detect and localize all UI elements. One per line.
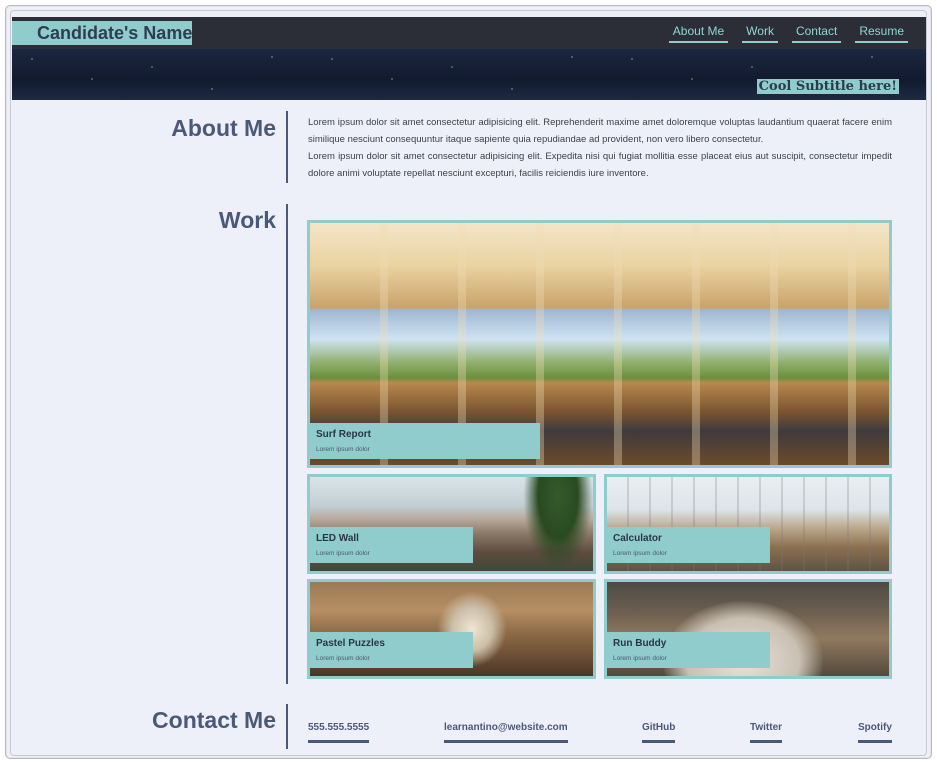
hero-banner: Cool Subtitle here!: [12, 49, 926, 100]
project-caption: LED Wall Lorem ipsum dolor: [310, 527, 473, 563]
contact-email-link[interactable]: learnantino@website.com: [444, 722, 568, 743]
contact-twitter-link[interactable]: Twitter: [750, 722, 783, 743]
project-card-run-buddy[interactable]: Run Buddy Lorem ipsum dolor: [604, 579, 892, 679]
hero-subtitle: Cool Subtitle here!: [756, 79, 899, 94]
contact-divider: [286, 704, 288, 749]
project-card-surf-report[interactable]: Surf Report Lorem ipsum dolor: [307, 220, 892, 468]
contact-spotify-link[interactable]: Spotify: [858, 722, 892, 743]
work-heading: Work: [218, 207, 276, 233]
top-navbar: Candidate's Name About Me Work Contact R…: [12, 17, 926, 49]
project-title: Calculator: [613, 533, 662, 544]
project-subtitle: Lorem ipsum dolor: [613, 655, 667, 662]
candidate-name: Candidate's Name: [12, 21, 192, 45]
main-nav: About Me Work Contact Resume: [668, 24, 908, 43]
about-heading: About Me: [171, 115, 276, 141]
about-paragraph-2: Lorem ipsum dolor sit amet consectetur a…: [308, 151, 892, 179]
project-subtitle: Lorem ipsum dolor: [316, 446, 370, 453]
work-divider: [286, 204, 288, 684]
project-subtitle: Lorem ipsum dolor: [613, 550, 667, 557]
project-title: Run Buddy: [613, 638, 667, 649]
nav-work[interactable]: Work: [742, 24, 778, 43]
contact-github-link[interactable]: GitHub: [642, 722, 676, 743]
project-caption: Pastel Puzzles Lorem ipsum dolor: [310, 632, 473, 668]
project-card-calculator[interactable]: Calculator Lorem ipsum dolor: [604, 474, 892, 574]
page-container: Candidate's Name About Me Work Contact R…: [10, 10, 927, 756]
contact-heading: Contact Me: [152, 707, 276, 733]
about-divider: [286, 111, 288, 183]
nav-contact[interactable]: Contact: [791, 24, 842, 43]
project-card-led-wall[interactable]: LED Wall Lorem ipsum dolor: [307, 474, 596, 574]
project-subtitle: Lorem ipsum dolor: [316, 550, 370, 557]
contact-phone-link[interactable]: 555.555.5555: [308, 722, 370, 743]
page-frame: Candidate's Name About Me Work Contact R…: [5, 5, 932, 759]
project-title: LED Wall: [316, 533, 359, 544]
project-title: Pastel Puzzles: [316, 638, 385, 649]
project-caption: Run Buddy Lorem ipsum dolor: [607, 632, 770, 668]
project-title: Surf Report: [316, 429, 371, 440]
about-text: Lorem ipsum dolor sit amet consectetur a…: [308, 114, 892, 182]
nav-resume[interactable]: Resume: [855, 24, 908, 43]
project-card-pastel-puzzles[interactable]: Pastel Puzzles Lorem ipsum dolor: [307, 579, 596, 679]
project-caption: Calculator Lorem ipsum dolor: [607, 527, 770, 563]
nav-about-me[interactable]: About Me: [668, 24, 729, 43]
project-caption: Surf Report Lorem ipsum dolor: [310, 423, 540, 459]
project-subtitle: Lorem ipsum dolor: [316, 655, 370, 662]
about-paragraph-1: Lorem ipsum dolor sit amet consectetur a…: [308, 117, 892, 145]
